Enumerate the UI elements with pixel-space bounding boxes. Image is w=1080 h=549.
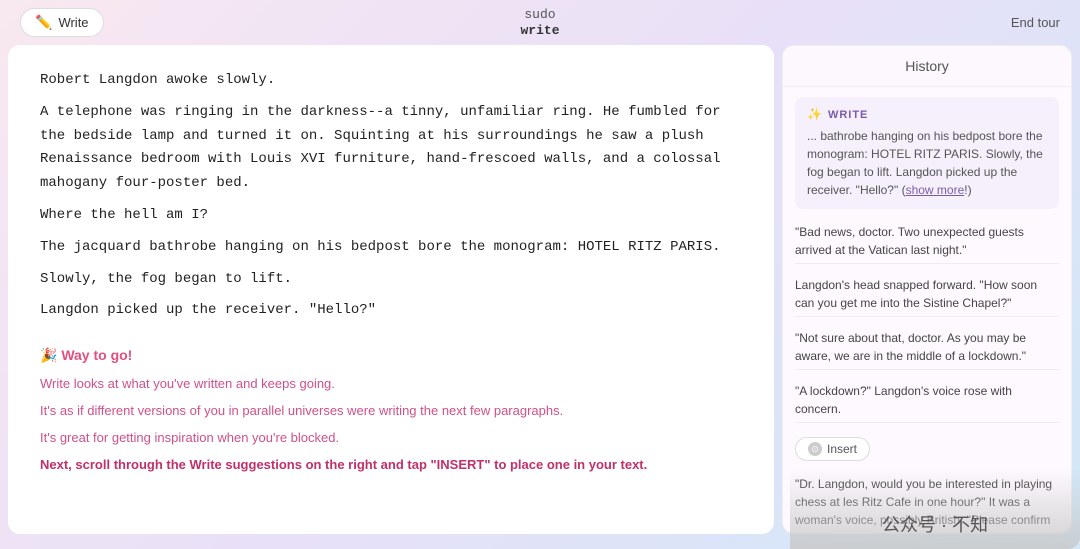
story-paragraph-6: Langdon picked up the receiver. "Hello?" xyxy=(40,299,742,323)
write-button[interactable]: ✏️ Write xyxy=(20,8,104,37)
left-panel: Robert Langdon awoke slowly. A telephone… xyxy=(8,45,774,534)
tutorial-line-4: Next, scroll through the Write suggestio… xyxy=(40,455,742,476)
dialogue-group-1: "Bad news, doctor. Two unexpected guests… xyxy=(795,219,1059,423)
story-paragraph-4: The jacquard bathrobe hanging on his bed… xyxy=(40,236,742,260)
story-paragraph-2: A telephone was ringing in the darkness-… xyxy=(40,101,742,196)
tutorial-line-2: It's as if different versions of you in … xyxy=(40,401,742,422)
write-label: WRITE xyxy=(828,109,868,121)
dialogue-item-1: "Bad news, doctor. Two unexpected guests… xyxy=(795,219,1059,264)
insert-label-1: Insert xyxy=(827,442,857,456)
main-layout: Robert Langdon awoke slowly. A telephone… xyxy=(0,45,1080,542)
tutorial-line-3: It's great for getting inspiration when … xyxy=(40,428,742,449)
history-content[interactable]: ✨ WRITE ... bathrobe hanging on his bedp… xyxy=(783,87,1071,533)
story-text: Robert Langdon awoke slowly. A telephone… xyxy=(40,69,742,323)
write-button-label: Write xyxy=(58,15,88,30)
insert-icon-1: ⊙ xyxy=(808,442,822,456)
dialogue-group-2: "Dr. Langdon, would you be interested in… xyxy=(795,471,1059,533)
story-paragraph-3: Where the hell am I? xyxy=(40,204,742,228)
story-paragraph-1: Robert Langdon awoke slowly. xyxy=(40,69,742,93)
dialogue-item-3: "Not sure about that, doctor. As you may… xyxy=(795,325,1059,370)
tutorial-section: 🎉 Way to go! Write looks at what you've … xyxy=(40,347,742,475)
dialogue-item-5: "Dr. Langdon, would you be interested in… xyxy=(795,471,1059,533)
right-panel: History ✨ WRITE ... bathrobe hanging on … xyxy=(782,45,1072,534)
pencil-icon: ✏️ xyxy=(35,14,52,31)
history-header: History xyxy=(783,46,1071,87)
top-nav: ✏️ Write sudo write End tour xyxy=(0,0,1080,45)
story-paragraph-5: Slowly, the fog began to lift. xyxy=(40,268,742,292)
app-logo: sudo write xyxy=(520,7,559,38)
history-title: History xyxy=(905,58,949,74)
insert-button-1[interactable]: ⊙ Insert xyxy=(795,437,870,461)
write-block-text: ... bathrobe hanging on his bedpost bore… xyxy=(807,127,1047,199)
write-block-header: ✨ WRITE xyxy=(807,107,1047,122)
dialogue-item-2: Langdon's head snapped forward. "How soo… xyxy=(795,272,1059,317)
tutorial-line-1: Write looks at what you've written and k… xyxy=(40,374,742,395)
write-block: ✨ WRITE ... bathrobe hanging on his bedp… xyxy=(795,97,1059,209)
tutorial-title: 🎉 Way to go! xyxy=(40,347,742,364)
dialogue-item-4: "A lockdown?" Langdon's voice rose with … xyxy=(795,378,1059,423)
sparkle-icon: ✨ xyxy=(807,107,822,122)
end-tour-button[interactable]: End tour xyxy=(1011,15,1060,30)
show-more-link[interactable]: show more xyxy=(906,183,965,197)
